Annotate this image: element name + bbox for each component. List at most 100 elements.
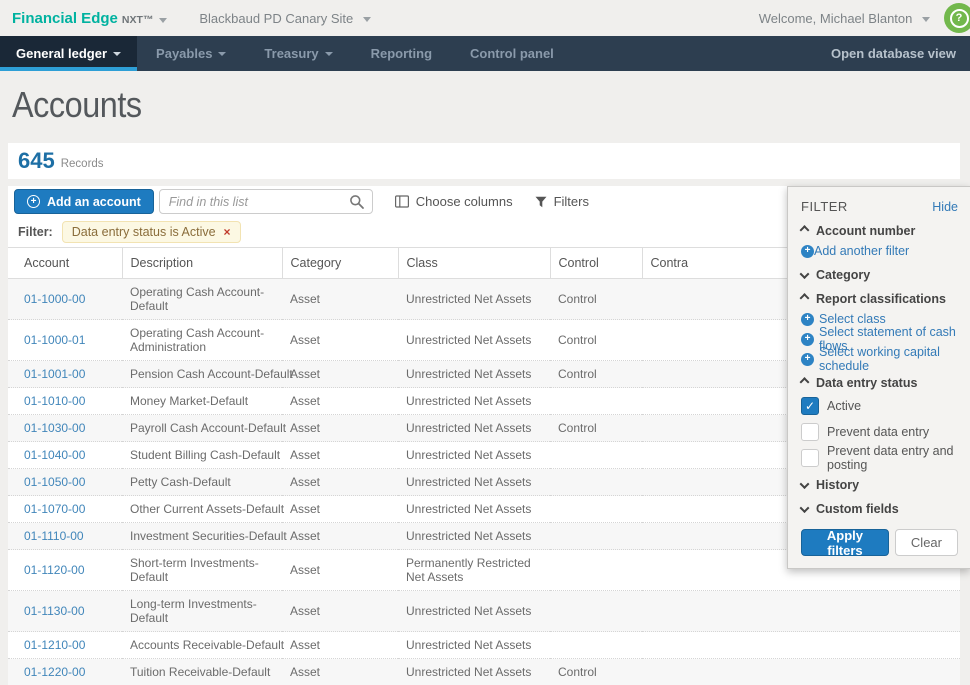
- apply-filters-button[interactable]: Apply filters: [801, 529, 889, 556]
- filters-button[interactable]: Filters: [535, 194, 589, 209]
- account-link[interactable]: 01-1030-00: [24, 421, 85, 435]
- filter-checkbox-active[interactable]: Active: [801, 395, 958, 416]
- nav-tab-reporting[interactable]: Reporting: [352, 36, 451, 71]
- filter-checkbox-prevent-data-entry[interactable]: Prevent data entry: [801, 421, 958, 442]
- cell-account: 01-1000-00: [8, 279, 122, 320]
- account-link[interactable]: 01-1120-00: [24, 563, 85, 577]
- filter-link-select-working-capital-schedule[interactable]: +Select working capital schedule: [801, 352, 958, 366]
- column-header-description[interactable]: Description: [122, 248, 282, 279]
- filter-link-add-another-filter[interactable]: +Add another filter: [801, 244, 958, 258]
- cell-category: Asset: [282, 279, 398, 320]
- filter-link-select-class[interactable]: +Select class: [801, 312, 958, 326]
- brand-logo[interactable]: Financial Edge NXT™: [12, 10, 167, 27]
- cell-class: Unrestricted Net Assets: [398, 415, 550, 442]
- checkbox[interactable]: [801, 397, 819, 415]
- remove-filter-icon[interactable]: ×: [224, 225, 231, 239]
- welcome-text: Welcome, Michael Blanton: [759, 11, 913, 26]
- checkbox[interactable]: [801, 449, 819, 467]
- column-header-account[interactable]: Account: [8, 248, 122, 279]
- add-account-button[interactable]: + Add an account: [14, 189, 154, 214]
- filter-section-custom-fields[interactable]: Custom fields: [801, 502, 958, 516]
- top-app-bar: Financial Edge NXT™ Blackbaud PD Canary …: [0, 0, 970, 36]
- plus-icon: +: [801, 353, 814, 366]
- chevron-down-icon: [363, 17, 371, 22]
- cell-category: Asset: [282, 361, 398, 388]
- nav-tab-label: General ledger: [16, 46, 107, 61]
- nav-tab-general-ledger[interactable]: General ledger: [0, 36, 137, 71]
- account-link[interactable]: 01-1070-00: [24, 502, 85, 516]
- column-header-control[interactable]: Control: [550, 248, 642, 279]
- open-database-view-link[interactable]: Open database view: [817, 36, 970, 71]
- table-row[interactable]: 01-1130-00Long-term Investments-DefaultA…: [8, 591, 960, 632]
- nav-tab-label: Payables: [156, 46, 212, 61]
- cell-category: Asset: [282, 550, 398, 591]
- add-account-label: Add an account: [47, 195, 141, 209]
- column-header-category[interactable]: Category: [282, 248, 398, 279]
- account-link[interactable]: 01-1040-00: [24, 448, 85, 462]
- cell-control: Control: [550, 279, 642, 320]
- filter-checkbox-prevent-data-entry-and-posting[interactable]: Prevent data entry and posting: [801, 447, 958, 468]
- account-link[interactable]: 01-1050-00: [24, 475, 85, 489]
- column-header-class[interactable]: Class: [398, 248, 550, 279]
- hide-filter-panel-link[interactable]: Hide: [932, 200, 958, 214]
- chevron-up-icon: [800, 225, 810, 235]
- account-link[interactable]: 01-1000-01: [24, 333, 85, 347]
- cell-description: Other Current Assets-Default: [122, 496, 282, 523]
- cell-control: [550, 550, 642, 591]
- account-link[interactable]: 01-1130-00: [24, 604, 85, 618]
- account-link[interactable]: 01-1220-00: [24, 665, 85, 679]
- filter-section-account-number[interactable]: Account number: [801, 224, 958, 238]
- choose-columns-button[interactable]: Choose columns: [395, 194, 513, 209]
- account-link[interactable]: 01-1000-00: [24, 292, 85, 306]
- nav-tab-control-panel[interactable]: Control panel: [451, 36, 573, 71]
- cell-account: 01-1130-00: [8, 591, 122, 632]
- nav-tab-payables[interactable]: Payables: [137, 36, 245, 71]
- account-link[interactable]: 01-1210-00: [24, 638, 85, 652]
- cell-description: Operating Cash Account-Administration: [122, 320, 282, 361]
- filter-section-history[interactable]: History: [801, 478, 958, 492]
- help-button[interactable]: ?: [944, 3, 970, 33]
- user-menu[interactable]: Welcome, Michael Blanton: [759, 11, 930, 26]
- filter-link-label: Select working capital schedule: [819, 345, 958, 373]
- clear-filters-button[interactable]: Clear: [895, 529, 958, 556]
- nav-tab-treasury[interactable]: Treasury: [245, 36, 351, 71]
- checkbox[interactable]: [801, 423, 819, 441]
- cell-description: Long-term Investments-Default: [122, 591, 282, 632]
- cell-class: Unrestricted Net Assets: [398, 361, 550, 388]
- main-nav: General ledger Payables TreasuryReportingC…: [0, 36, 970, 71]
- site-selector[interactable]: Blackbaud PD Canary Site: [199, 11, 371, 26]
- cell-description: Operating Cash Account-Default: [122, 279, 282, 320]
- table-row[interactable]: 01-1210-00Accounts Receivable-DefaultAss…: [8, 632, 960, 659]
- cell-description: Accounts Receivable-Default: [122, 632, 282, 659]
- brand-suffix: NXT™: [122, 14, 154, 26]
- cell-account: 01-1000-01: [8, 320, 122, 361]
- cell-class: Unrestricted Net Assets: [398, 632, 550, 659]
- account-link[interactable]: 01-1001-00: [24, 367, 85, 381]
- cell-class: Unrestricted Net Assets: [398, 496, 550, 523]
- cell-description: Investment Securities-Default: [122, 523, 282, 550]
- cell-description: Student Billing Cash-Default: [122, 442, 282, 469]
- search-input[interactable]: [159, 189, 373, 214]
- choose-columns-label: Choose columns: [416, 194, 513, 209]
- filter-section-report-classifications[interactable]: Report classifications: [801, 292, 958, 306]
- chevron-down-icon: [218, 52, 226, 56]
- cell-description: Payroll Cash Account-Default: [122, 415, 282, 442]
- filter-link-select-statement-of-cash-flows[interactable]: +Select statement of cash flows: [801, 332, 958, 346]
- records-summary: 645 Records: [8, 143, 960, 179]
- page-header: Accounts: [0, 71, 970, 143]
- table-row[interactable]: 01-1220-00Tuition Receivable-DefaultAsse…: [8, 659, 960, 685]
- cell-control: [550, 388, 642, 415]
- filter-label: Filter:: [18, 225, 53, 239]
- plus-icon: +: [801, 245, 814, 258]
- filter-section-label: Account number: [816, 224, 915, 238]
- cell-account: 01-1220-00: [8, 659, 122, 685]
- filter-section-data-entry-status[interactable]: Data entry status: [801, 376, 958, 390]
- cell-account: 01-1001-00: [8, 361, 122, 388]
- cell-description: Tuition Receivable-Default: [122, 659, 282, 685]
- filter-section-category[interactable]: Category: [801, 268, 958, 282]
- account-link[interactable]: 01-1010-00: [24, 394, 85, 408]
- cell-class: Unrestricted Net Assets: [398, 320, 550, 361]
- account-link[interactable]: 01-1110-00: [24, 529, 84, 543]
- record-count: 645: [18, 148, 55, 174]
- search-icon: [349, 194, 365, 210]
